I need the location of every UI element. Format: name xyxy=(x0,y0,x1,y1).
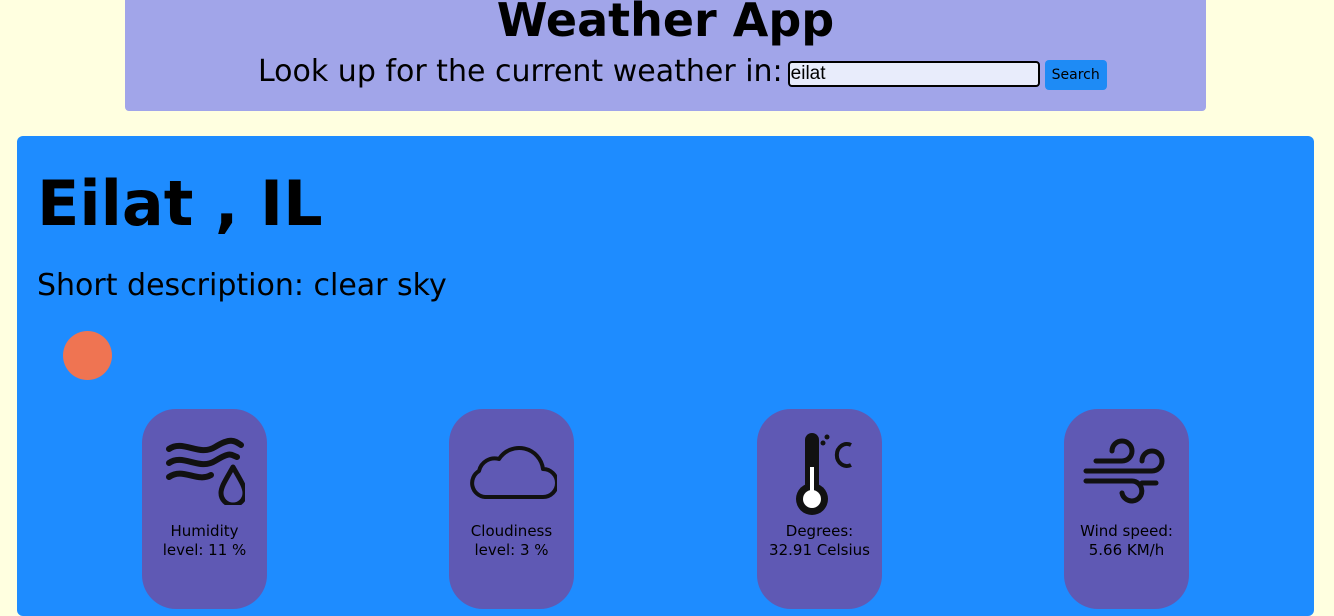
city-search-input[interactable] xyxy=(787,61,1040,87)
degrees-card: Degrees: 32.91 Celsius xyxy=(757,409,882,609)
weather-card: Eilat , IL Short description: clear sky … xyxy=(17,136,1314,616)
thermometer-celsius-icon xyxy=(757,427,882,515)
app-title: Weather App xyxy=(496,0,835,47)
weather-description: Short description: clear sky xyxy=(37,268,447,303)
app-header: Weather App Look up for the current weat… xyxy=(125,0,1206,111)
search-label: Look up for the current weather in: xyxy=(258,54,783,89)
cloud-icon xyxy=(449,435,574,515)
search-form: Look up for the current weather in: Sear… xyxy=(258,52,1107,92)
humidity-value: Humidity level: 11 % xyxy=(162,522,247,559)
degrees-value: Degrees: 32.91 Celsius xyxy=(769,522,870,559)
wind-icon xyxy=(1064,435,1189,515)
cloudiness-value: Cloudiness level: 3 % xyxy=(470,522,553,559)
cloudiness-card: Cloudiness level: 3 % xyxy=(449,409,574,609)
search-button[interactable]: Search xyxy=(1044,60,1107,90)
humidity-icon xyxy=(142,435,267,515)
wind-card: Wind speed: 5.66 KM/h xyxy=(1064,409,1189,609)
sun-icon xyxy=(63,331,112,380)
city-title: Eilat , IL xyxy=(37,167,323,240)
wind-value: Wind speed: 5.66 KM/h xyxy=(1080,522,1173,559)
humidity-card: Humidity level: 11 % xyxy=(142,409,267,609)
